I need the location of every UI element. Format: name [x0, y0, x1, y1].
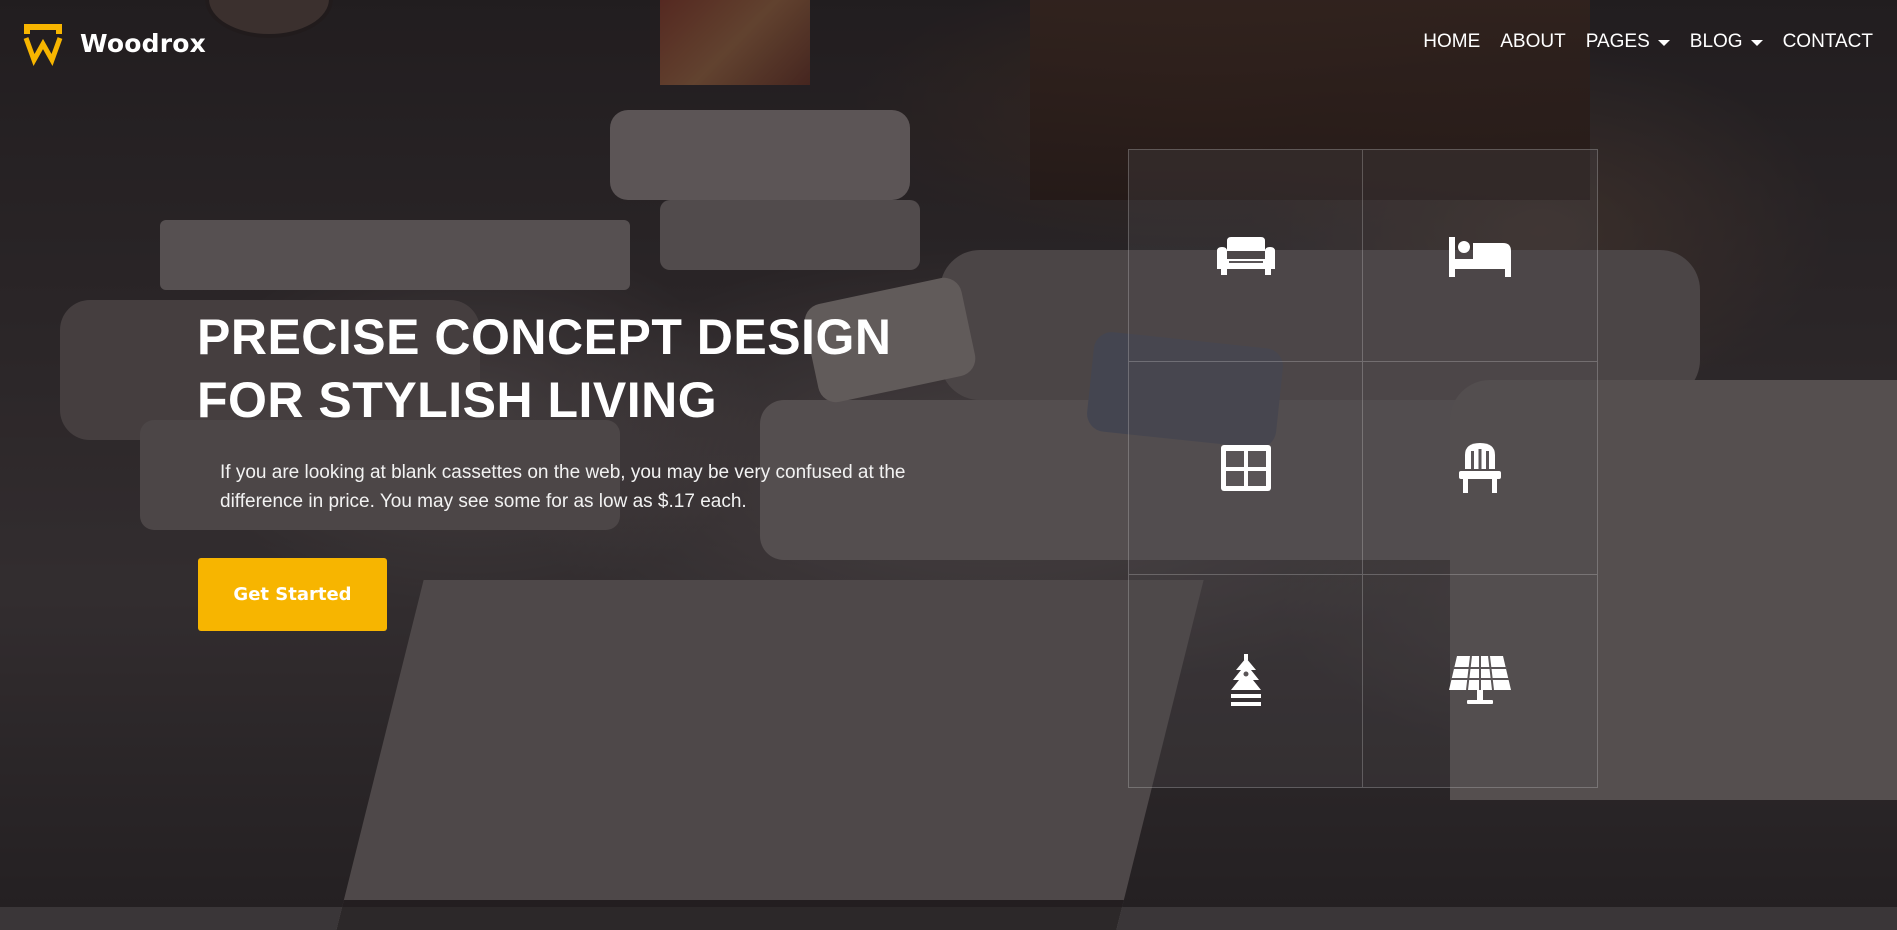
- main-nav: HOME ABOUT PAGES BLOG CONTACT: [1423, 31, 1873, 53]
- category-grid: [1128, 149, 1598, 788]
- brand-name: Woodrox: [80, 28, 206, 58]
- chair-icon: [1459, 442, 1501, 493]
- bed-icon: [1449, 236, 1511, 277]
- nav-item-pages[interactable]: PAGES: [1586, 31, 1670, 53]
- dark-overlay: [0, 0, 1897, 907]
- nav-item-contact[interactable]: CONTACT: [1783, 31, 1873, 53]
- nav-item-blog[interactable]: BLOG: [1690, 31, 1763, 53]
- category-chair[interactable]: [1363, 362, 1597, 575]
- nav-label: BLOG: [1689, 31, 1743, 52]
- get-started-button[interactable]: Get Started: [198, 558, 387, 631]
- cabinet-icon: [1220, 444, 1271, 491]
- nav-label: PAGES: [1585, 31, 1650, 52]
- tree-lamp-icon: [1230, 653, 1261, 706]
- solar-panel-icon: [1449, 655, 1511, 704]
- hero-title-line2: FOR STYLISH LIVING: [197, 372, 718, 428]
- category-solar-panel[interactable]: [1363, 575, 1597, 787]
- category-tree-lamp[interactable]: [1129, 574, 1363, 787]
- logo-icon: [23, 24, 63, 66]
- nav-item-home[interactable]: HOME: [1423, 31, 1480, 53]
- brand-logo-link[interactable]: Woodrox: [20, 20, 206, 66]
- nav-item-about[interactable]: ABOUT: [1500, 31, 1565, 53]
- caret-down-icon: [1750, 39, 1763, 46]
- hero-title-line1: PRECISE CONCEPT DESIGN: [197, 309, 892, 365]
- nav-label: CONTACT: [1782, 31, 1873, 52]
- category-bed[interactable]: [1363, 150, 1597, 363]
- hero-background: [0, 0, 1897, 930]
- caret-down-icon: [1657, 39, 1670, 46]
- nav-label: HOME: [1423, 31, 1481, 52]
- nav-label: ABOUT: [1500, 31, 1566, 52]
- hero-title: PRECISE CONCEPT DESIGN FOR STYLISH LIVIN…: [197, 306, 957, 432]
- sofa-icon: [1216, 236, 1275, 275]
- category-sofa[interactable]: [1129, 150, 1363, 363]
- hero-description: If you are looking at blank cassettes on…: [220, 462, 906, 512]
- category-cabinet[interactable]: [1129, 362, 1363, 575]
